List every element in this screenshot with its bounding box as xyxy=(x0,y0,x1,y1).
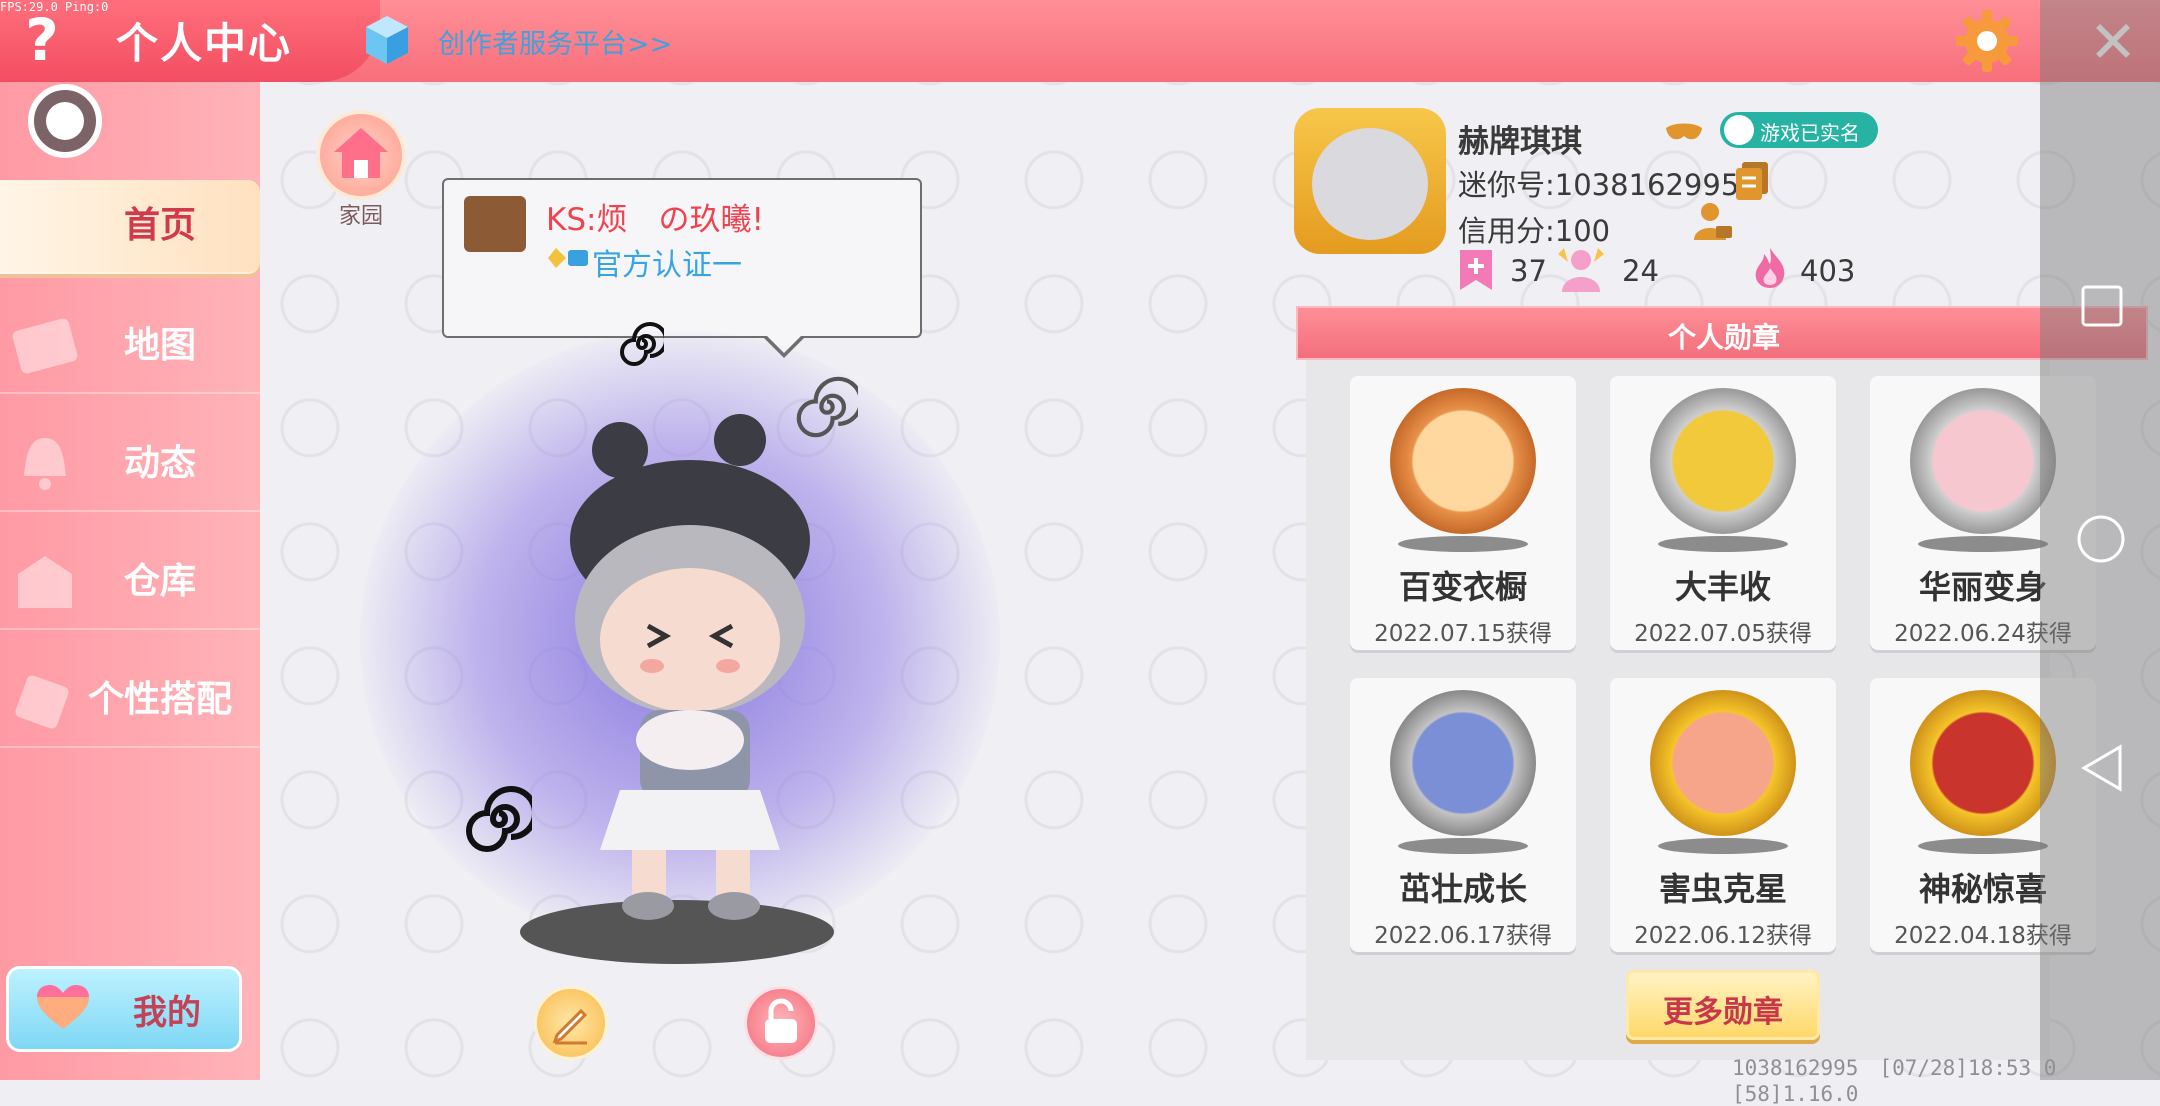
pest-buster-medal-icon xyxy=(1650,690,1796,836)
flame-icon xyxy=(1755,248,1785,288)
medal-name: 茁壮成长 xyxy=(1398,870,1527,908)
sidebar-item-label: 仓库 xyxy=(123,561,196,602)
cube-icon[interactable] xyxy=(364,14,410,66)
bubble-avatar xyxy=(464,196,526,252)
real-name-verified-badge: 游戏已实名 xyxy=(1720,112,1878,148)
medal-date: 2022.06.12获得 xyxy=(1634,923,1812,949)
mystery-gift-medal-icon xyxy=(1910,690,2056,836)
creator-platform-link[interactable]: 创作者服务平台>> xyxy=(438,22,672,61)
swirl-icon xyxy=(796,376,858,438)
mine-button[interactable]: 我的 xyxy=(6,966,242,1052)
wardrobe-medal-icon xyxy=(1390,388,1536,534)
edit-button[interactable] xyxy=(534,986,608,1060)
mask-icon[interactable] xyxy=(1664,120,1704,146)
warehouse-icon xyxy=(18,556,72,608)
stat-value: 37 xyxy=(1510,254,1547,288)
mine-label: 我的 xyxy=(133,993,201,1033)
sidebar-item-home[interactable]: 首页 xyxy=(0,180,260,274)
profile-nickname: 赫牌琪琪 xyxy=(1458,124,1582,160)
verified-label: 游戏已实名 xyxy=(1760,121,1860,145)
stat-value: 403 xyxy=(1800,254,1856,288)
medal-stand xyxy=(1918,838,2048,854)
medal-stand xyxy=(1398,838,1528,854)
sidebar-item-warehouse[interactable]: 仓库 xyxy=(0,536,260,630)
bubble-player-name: KS:烦 の玖曦! xyxy=(546,202,764,238)
bubble-certification: 官方认证一 xyxy=(592,248,742,283)
map-icon xyxy=(12,318,78,374)
person-card-icon[interactable] xyxy=(1692,200,1734,242)
stat-value: 24 xyxy=(1622,254,1659,288)
bell-icon xyxy=(24,438,66,490)
pencil-icon xyxy=(552,1008,588,1045)
more-medals-button[interactable]: 更多勋章 xyxy=(1626,970,1820,1040)
home-circle-icon[interactable] xyxy=(2076,514,2126,564)
avatar-face xyxy=(1312,128,1428,240)
sidebar-item-label: 个性搭配 xyxy=(87,679,232,720)
lock-button[interactable] xyxy=(744,986,818,1060)
recent-apps-icon[interactable] xyxy=(2080,284,2124,328)
lock-icon xyxy=(765,998,797,1043)
sidebar-item-label: 动态 xyxy=(123,443,196,484)
medal-stand xyxy=(1398,536,1528,552)
sidebar-item-label: 地图 xyxy=(123,325,196,366)
medal-name: 百变衣橱 xyxy=(1398,568,1527,606)
medal-date: 2022.07.15获得 xyxy=(1374,621,1552,647)
medal-name: 大丰收 xyxy=(1674,568,1771,606)
medal-card[interactable]: 百变衣橱 2022.07.15获得 xyxy=(1350,376,1576,650)
certification-badge-icon xyxy=(548,248,588,268)
sidebar-item-outfit[interactable]: 个性搭配 xyxy=(0,654,260,748)
harvest-medal-icon xyxy=(1650,388,1796,534)
speech-bubble: KS:烦 の玖曦! 官方认证一 xyxy=(442,178,922,338)
copy-icon[interactable] xyxy=(1734,160,1770,202)
medal-stand xyxy=(1658,838,1788,854)
medal-card[interactable]: 害虫克星 2022.06.12获得 xyxy=(1610,678,1836,952)
home-garden-button[interactable] xyxy=(316,110,406,200)
medal-date: 2022.07.05获得 xyxy=(1634,621,1812,647)
growth-medal-icon xyxy=(1390,690,1536,836)
profile-avatar[interactable] xyxy=(1294,108,1446,254)
medal-card[interactable]: 茁壮成长 2022.06.17获得 xyxy=(1350,678,1576,952)
floating-ball-icon[interactable] xyxy=(28,84,102,158)
more-medals-label: 更多勋章 xyxy=(1663,995,1783,1030)
swirl-icon xyxy=(620,322,664,366)
medal-stand xyxy=(1918,536,2048,552)
heart-icon xyxy=(37,985,89,1029)
medals-header: 个人勋章 xyxy=(1296,306,2148,360)
footer-debug-info: 1038162995 [07/28]18:53 0 [58]1.16.0 xyxy=(1732,1056,2078,1106)
gear-icon[interactable] xyxy=(1954,8,2020,74)
outfit-icon xyxy=(15,675,69,729)
help-button[interactable]: ? xyxy=(14,8,70,72)
bookmark-plus-icon xyxy=(1460,250,1492,290)
player-character[interactable] xyxy=(540,390,840,950)
medal-date: 2022.06.17获得 xyxy=(1374,923,1552,949)
sidebar-item-map[interactable]: 地图 xyxy=(0,300,260,394)
medal-card[interactable]: 大丰收 2022.07.05获得 xyxy=(1610,376,1836,650)
back-triangle-icon[interactable] xyxy=(2080,744,2124,792)
medals-title: 个人勋章 xyxy=(1667,321,1780,354)
swirl-icon xyxy=(466,786,532,852)
page-title: 个人中心 xyxy=(116,19,293,68)
house-icon xyxy=(334,128,388,178)
home-garden-label: 家园 xyxy=(338,204,383,229)
sidebar-item-feed[interactable]: 动态 xyxy=(0,418,260,512)
verified-person-icon xyxy=(1724,115,1754,145)
medal-stand xyxy=(1658,536,1788,552)
fans-icon xyxy=(1558,248,1604,292)
sidebar-item-label: 首页 xyxy=(123,205,196,246)
mini-id: 迷你号:1038162995 xyxy=(1458,168,1740,202)
medal-name: 害虫克星 xyxy=(1658,870,1787,908)
transform-medal-icon xyxy=(1910,388,2056,534)
